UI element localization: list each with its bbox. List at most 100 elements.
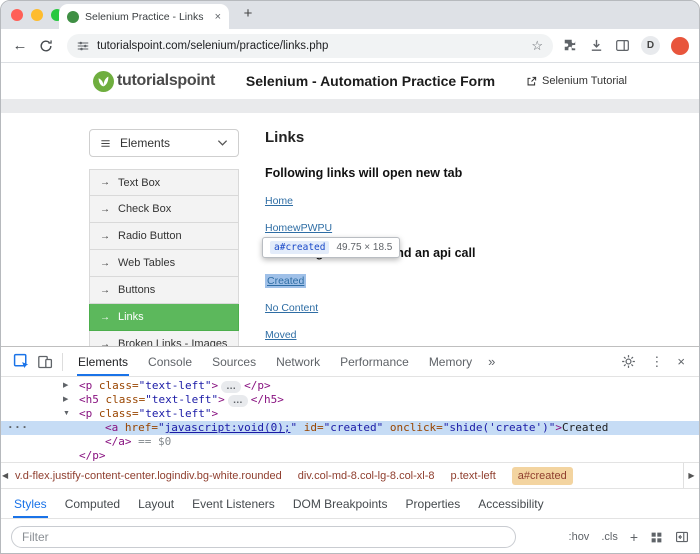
expand-node-icon[interactable]: ▶	[63, 393, 68, 407]
page-body: Elements →Text Box→Check Box→Radio Butto…	[1, 113, 699, 346]
styles-tab-accessibility[interactable]: Accessibility	[469, 489, 552, 518]
breadcrumb-item-a-created[interactable]: a#created	[512, 467, 573, 485]
download-icon[interactable]	[589, 38, 604, 53]
devtools-tab-performance[interactable]: Performance	[330, 347, 419, 376]
url-text[interactable]: tutorialspoint.com/selenium/practice/lin…	[97, 40, 523, 52]
code-line[interactable]: ▶<p class="text-left">…</p>	[1, 379, 699, 393]
code-token: onclick=	[383, 421, 443, 434]
styles-tab-layout[interactable]: Layout	[129, 489, 183, 518]
sidebar-item-buttons[interactable]: →Buttons	[89, 277, 239, 304]
styles-tab-dom-breakpoints[interactable]: DOM Breakpoints	[284, 489, 397, 518]
devtools-menu-icon[interactable]: ⋮	[650, 354, 663, 370]
inspect-tooltip: a#created 49.75 × 18.5	[262, 237, 400, 258]
tab-title: Selenium Practice - Links	[85, 11, 209, 23]
arrow-right-icon: →	[100, 312, 110, 323]
sidebar-item-text-box[interactable]: →Text Box	[89, 169, 239, 196]
code-token: class=	[92, 379, 138, 392]
breadcrumb-item-v-d-flex-justify-content-center-logindiv-bg-white-rounded[interactable]: v.d-flex.justify-content-center.logindiv…	[15, 470, 282, 482]
elements-dropdown[interactable]: Elements	[89, 129, 239, 157]
code-token: </p>	[79, 449, 106, 462]
line-overflow-menu-icon[interactable]: ···	[7, 421, 28, 435]
devtools-tab-elements[interactable]: Elements	[68, 347, 138, 376]
code-line[interactable]: </p>	[1, 449, 699, 462]
sidebar-item-radio-button[interactable]: →Radio Button	[89, 223, 239, 250]
breadcrumb-item-div-col-md-8-col-lg-8-col-xl-8[interactable]: div.col-md-8.col-lg-8.col-xl-8	[298, 470, 435, 482]
header-divider	[1, 99, 699, 113]
code-token: >	[211, 407, 218, 420]
code-token: >	[211, 379, 218, 392]
breadcrumb-items: v.d-flex.justify-content-center.logindiv…	[15, 467, 573, 485]
arrow-right-icon: →	[100, 258, 110, 269]
toggle-pseudo-state-button[interactable]: :hov	[569, 531, 590, 543]
arrow-right-icon: →	[100, 204, 110, 215]
sidebar-item-broken-links-images[interactable]: →Broken Links - Images	[89, 331, 239, 346]
chrome-menu-button[interactable]	[671, 37, 689, 55]
expand-node-icon[interactable]: ▶	[63, 379, 68, 393]
tooltip-dimensions: 49.75 × 18.5	[336, 242, 392, 253]
device-toolbar-icon[interactable]	[33, 350, 57, 374]
window-controls	[1, 9, 63, 21]
page-link-created[interactable]: Created	[265, 274, 306, 288]
inspect-element-icon[interactable]	[9, 350, 33, 374]
browser-tab[interactable]: Selenium Practice - Links ×	[59, 4, 229, 29]
devtools-tab-sources[interactable]: Sources	[202, 347, 266, 376]
bookmark-star-icon[interactable]: ☆	[531, 38, 543, 54]
external-link-icon	[526, 76, 537, 87]
breadcrumb-item-p-text-left[interactable]: p.text-left	[451, 470, 496, 482]
code-token: </a>	[105, 435, 132, 448]
close-window-button[interactable]	[11, 9, 23, 21]
sidebar-item-check-box[interactable]: →Check Box	[89, 196, 239, 223]
page-link-moved[interactable]: Moved	[265, 329, 297, 341]
code-token: …	[221, 381, 241, 393]
breadcrumb-scroll-left-icon[interactable]: ◀	[2, 471, 8, 480]
code-line[interactable]: ···<a href="javascript:void(0);" id="cre…	[1, 421, 699, 435]
section-title: Following links will open new tab	[265, 166, 699, 180]
collapse-node-icon[interactable]: ▼	[63, 407, 70, 421]
sidebar-item-links[interactable]: →Links	[89, 304, 239, 331]
breadcrumb-scroll-right-icon[interactable]: ▶	[683, 463, 699, 488]
address-bar[interactable]: tutorialspoint.com/selenium/practice/lin…	[67, 34, 553, 58]
reload-icon[interactable]	[39, 39, 57, 53]
code-line[interactable]: ▼<p class="text-left">	[1, 407, 699, 421]
devtools-tab-network[interactable]: Network	[266, 347, 330, 376]
selenium-tutorial-link[interactable]: Selenium Tutorial	[526, 75, 627, 87]
code-line[interactable]: </a> == $0	[1, 435, 699, 449]
devtools-close-icon[interactable]: ×	[677, 354, 685, 369]
new-style-rule-button[interactable]: +	[630, 529, 638, 545]
profile-avatar[interactable]: D	[641, 36, 660, 55]
code-line[interactable]: ▶<h5 class="text-left">…</h5>	[1, 393, 699, 407]
page-link-no-content[interactable]: No Content	[265, 302, 318, 314]
split-view-icon[interactable]	[615, 38, 630, 53]
grid-overlay-icon[interactable]	[650, 531, 663, 544]
dock-panel-icon[interactable]	[675, 530, 689, 544]
site-header: tutorialspoint Selenium - Automation Pra…	[1, 63, 699, 99]
arrow-right-icon: →	[100, 339, 110, 347]
new-tab-button[interactable]: +	[239, 5, 257, 22]
devtools-tab-memory[interactable]: Memory	[419, 347, 482, 376]
tutorial-link-label: Selenium Tutorial	[542, 75, 627, 87]
more-tabs-icon[interactable]: »	[482, 354, 501, 369]
code-token: "shide('create')"	[443, 421, 556, 434]
back-icon[interactable]: ←	[11, 37, 29, 54]
settings-gear-icon[interactable]	[621, 354, 636, 369]
extensions-icon[interactable]	[563, 38, 578, 53]
page-link-homewpwpu[interactable]: HomewPWPU	[265, 222, 332, 234]
code-token: </p>	[244, 379, 271, 392]
tutorialspoint-logo[interactable]: tutorialspoint	[93, 71, 215, 92]
toggle-element-classes-button[interactable]: .cls	[601, 531, 618, 543]
devtools-tabs: ElementsConsoleSourcesNetworkPerformance…	[68, 347, 482, 376]
styles-tab-computed[interactable]: Computed	[56, 489, 129, 518]
browser-window: Selenium Practice - Links × + ← tutorial…	[0, 0, 700, 554]
arrow-right-icon: →	[100, 285, 110, 296]
tab-close-icon[interactable]: ×	[215, 11, 221, 23]
page-link-home[interactable]: Home	[265, 195, 293, 207]
link-list: Home HomewPWPU	[265, 191, 699, 236]
styles-tab-properties[interactable]: Properties	[397, 489, 470, 518]
sidebar-item-web-tables[interactable]: →Web Tables	[89, 250, 239, 277]
styles-filter-input[interactable]	[11, 526, 516, 548]
styles-tab-event-listeners[interactable]: Event Listeners	[183, 489, 284, 518]
styles-tab-styles[interactable]: Styles	[5, 489, 56, 518]
site-settings-icon[interactable]	[77, 40, 89, 52]
devtools-tab-console[interactable]: Console	[138, 347, 202, 376]
minimize-window-button[interactable]	[31, 9, 43, 21]
